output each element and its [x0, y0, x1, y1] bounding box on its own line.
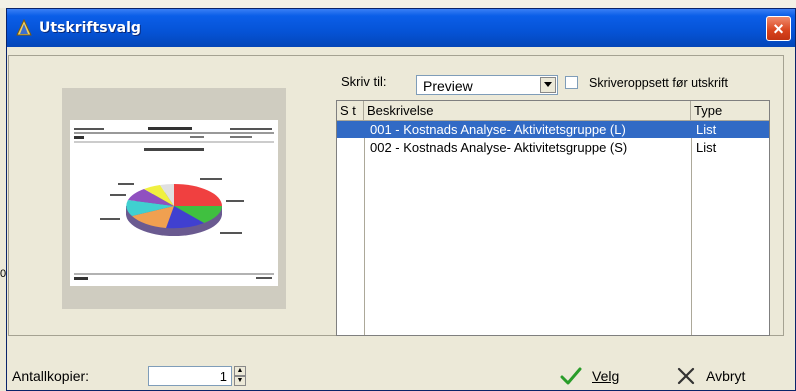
list-item[interactable]: 002 - Kostnads Analyse- Aktivitetsgruppe…: [337, 139, 769, 156]
background-app-strip: [0, 0, 796, 8]
spin-up-icon[interactable]: ▲: [234, 366, 246, 376]
cancel-button[interactable]: Avbryt: [676, 364, 745, 388]
report-list[interactable]: S t Beskrivelse Type 001 - Kostnads Anal…: [336, 100, 770, 336]
copies-stepper[interactable]: ▲ ▼: [234, 366, 246, 386]
row-description: 002 - Kostnads Analyse- Aktivitetsgruppe…: [370, 140, 628, 155]
spin-down-icon[interactable]: ▼: [234, 376, 246, 386]
select-label: Velg: [592, 368, 620, 384]
print-to-label: Skriv til:: [341, 74, 387, 89]
print-to-value: Preview: [423, 78, 473, 94]
preview-page-graphic: [74, 127, 274, 280]
checkmark-icon: [560, 367, 582, 385]
title-bar[interactable]: Utskriftsvalg ×: [7, 9, 795, 47]
printer-setup-checkbox[interactable]: [565, 76, 578, 89]
cancel-label: Avbryt: [706, 368, 746, 384]
window-title: Utskriftsvalg: [39, 20, 141, 36]
row-type: List: [696, 140, 717, 155]
row-type: List: [696, 122, 717, 137]
close-icon: ×: [773, 18, 784, 39]
column-header-type[interactable]: Type: [691, 101, 769, 120]
preview-page: [70, 120, 278, 286]
copies-value: 1: [219, 369, 227, 384]
cancel-x-icon: [677, 367, 695, 385]
printer-setup-label: Skriveroppsett før utskrift: [589, 76, 728, 90]
print-to-select[interactable]: Preview: [416, 75, 558, 95]
list-item[interactable]: 001 - Kostnads Analyse- Aktivitetsgruppe…: [337, 121, 769, 138]
copies-input[interactable]: 1: [148, 366, 232, 386]
chevron-down-icon[interactable]: [540, 77, 556, 93]
column-header-status[interactable]: S t: [337, 101, 364, 120]
select-button[interactable]: Velg: [560, 364, 619, 388]
column-header-description[interactable]: Beskrivelse: [364, 101, 691, 120]
close-button[interactable]: ×: [766, 16, 791, 41]
list-header: S t Beskrivelse Type: [337, 101, 769, 121]
copies-label: Antallkopier:: [12, 368, 90, 384]
app-icon: [16, 19, 32, 36]
report-preview: [62, 88, 286, 309]
row-description: 001 - Kostnads Analyse- Aktivitetsgruppe…: [370, 122, 626, 137]
